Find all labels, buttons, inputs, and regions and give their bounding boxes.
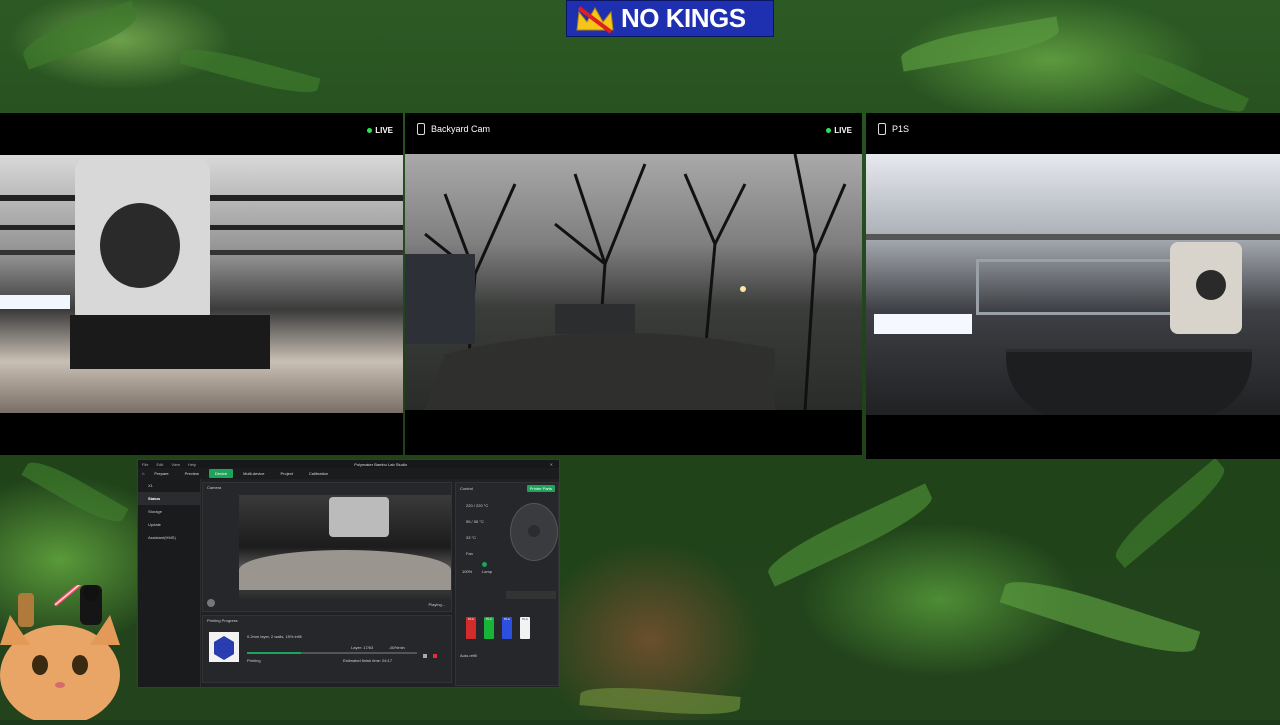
nozzle-temp[interactable]: 220 / 220 °C [466,503,488,508]
camera-view-panel: Camera Playing... [202,482,452,612]
menu-file[interactable]: File [142,462,148,467]
tab-preview[interactable]: Preview [179,469,205,478]
camera-label: P1S [878,123,909,135]
spool-slot-3[interactable]: PLA [502,617,512,639]
spool-slot-2[interactable]: PLA [484,617,494,639]
lamp-label[interactable]: Lamp [482,569,492,574]
tab-project[interactable]: Project [274,469,298,478]
spool-slot-1[interactable]: PLA [466,617,476,639]
no-kings-banner: NO KINGS [566,0,774,37]
tab-prepare[interactable]: Prepare [148,469,174,478]
stop-icon[interactable] [433,654,437,658]
camera-feed-p1s [866,154,1280,415]
camera-panel-1: LIVE [0,113,403,455]
camera-tab[interactable]: Camera [207,485,221,490]
finish-time: Estimated finish time: 04:17 [343,658,393,663]
device-selector[interactable]: X1 [138,479,200,492]
chamber-temp: 33 °C [466,535,477,540]
menu-view[interactable]: View [171,462,180,467]
bambu-studio-window: File Edit View Help Polymaker Bambu Lab … [137,459,560,688]
banner-text: NO KINGS [621,3,746,33]
playing-status: Playing... [428,602,445,607]
pause-icon[interactable] [423,654,427,658]
tab-calibration[interactable]: Calibration [303,469,334,478]
fan-value[interactable]: 100% [462,569,472,574]
job-name: 0.2mm layer, 2 walls, 15% infill [247,634,302,639]
printing-status: Printing [247,658,261,663]
spool-label: PLA [486,617,492,621]
camera-icon [417,123,425,135]
tab-bar: ⌂ Prepare Preview Device Multi-device Pr… [138,468,559,479]
tab-multi-device[interactable]: Multi-device [237,469,270,478]
auto-refill[interactable]: Auto-refill [460,653,477,658]
spool-label: PLA [468,617,474,621]
sidebar-item-status[interactable]: Status [138,492,200,505]
control-title: Control [460,486,473,491]
spool-label: PLA [522,617,528,621]
sidebar-item-storage[interactable]: Storage [138,505,200,518]
menu-bar: File Edit View Help Polymaker Bambu Lab … [138,460,559,468]
record-icon[interactable] [207,599,215,607]
spool-label: PLA [504,617,510,621]
model-thumbnail [209,632,239,662]
printing-progress-panel: Printing Progress 0.2mm layer, 2 walls, … [202,615,452,683]
bed-temp[interactable]: 55 / 55 °C [466,519,484,524]
live-indicator: LIVE [826,126,852,135]
camera-panel-backyard: Backyard Cam LIVE [405,113,862,455]
camera-panel-p1s: P1S [866,113,1280,459]
crown-logo-icon [576,5,614,34]
tab-device[interactable]: Device [208,469,234,478]
cat-with-lightsaber-overlay [0,578,130,725]
control-panel: Control Printer Parts 220 / 220 °C 55 / … [455,482,559,686]
lamp-icon[interactable] [482,562,487,567]
sidebar-item-update[interactable]: Update [138,518,200,531]
printer-parts-button[interactable]: Printer Parts [526,485,555,492]
window-title: Polymaker Bambu Lab Studio [354,461,408,467]
camera-feed-backyard [405,154,862,410]
progress-title: Printing Progress [207,618,238,623]
home-icon[interactable]: ⌂ [142,471,144,476]
fan-label: Fan [466,551,473,556]
layer-info: Layer: 17/63 [351,645,374,650]
close-icon[interactable]: ✕ [550,462,553,467]
camera-feed-1 [0,155,403,413]
percent-info: -60%min [389,645,405,650]
spool-slot-4[interactable]: PLA [520,617,530,639]
camera-label: Backyard Cam [417,123,490,135]
sidebar: X1 Status Storage Update Assistant(HMS) [138,479,201,687]
jog-pad[interactable] [510,503,558,561]
camera-icon [878,123,886,135]
printer-camera-feed [239,495,451,599]
progress-bar [247,652,417,654]
sidebar-item-assistant[interactable]: Assistant(HMS) [138,531,200,544]
menu-help[interactable]: Help [188,462,196,467]
menu-edit[interactable]: Edit [156,462,163,467]
live-indicator: LIVE [367,126,393,135]
extruder-controls[interactable] [506,591,556,599]
